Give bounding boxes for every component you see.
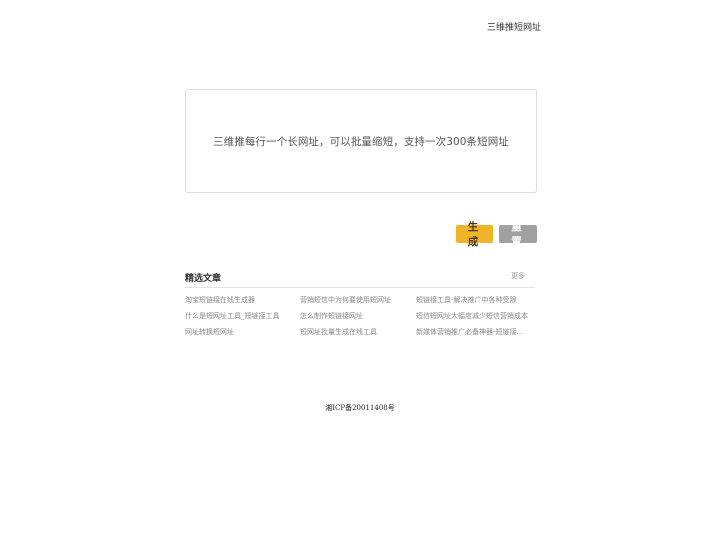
article-link[interactable]: 短链接工具-解决推广中各种受限: [416, 295, 517, 305]
article-link[interactable]: 新媒体营销推广必备神器-短链接...: [416, 327, 523, 337]
article-link[interactable]: 短信短网址大幅度减少短信营销成本: [416, 311, 528, 321]
article-link[interactable]: 短网址批量生成在线工具: [300, 327, 377, 337]
article-link[interactable]: 淘宝短链接在线生成器: [185, 295, 255, 305]
article-link[interactable]: 什么是短网址工具_短链接工具: [185, 311, 280, 321]
article-link[interactable]: 营销短信中为何要使用短网址: [300, 295, 391, 305]
generate-button[interactable]: 生成: [456, 221, 493, 248]
url-input-box[interactable]: 三维推每行一个长网址，可以批量缩短，支持一次300条短网址: [185, 89, 537, 193]
reset-button[interactable]: 重置: [499, 221, 537, 248]
icp-footer[interactable]: 湘ICP备20011408号: [0, 403, 720, 413]
site-name-link[interactable]: 三维推短网址: [487, 20, 541, 33]
more-link[interactable]: 更多: [511, 271, 525, 281]
article-link[interactable]: 网址转换短网址: [185, 327, 234, 337]
section-divider: [185, 287, 535, 288]
featured-articles-title: 精选文章: [185, 274, 222, 284]
article-link[interactable]: 怎么制作短链接网址: [300, 311, 363, 321]
